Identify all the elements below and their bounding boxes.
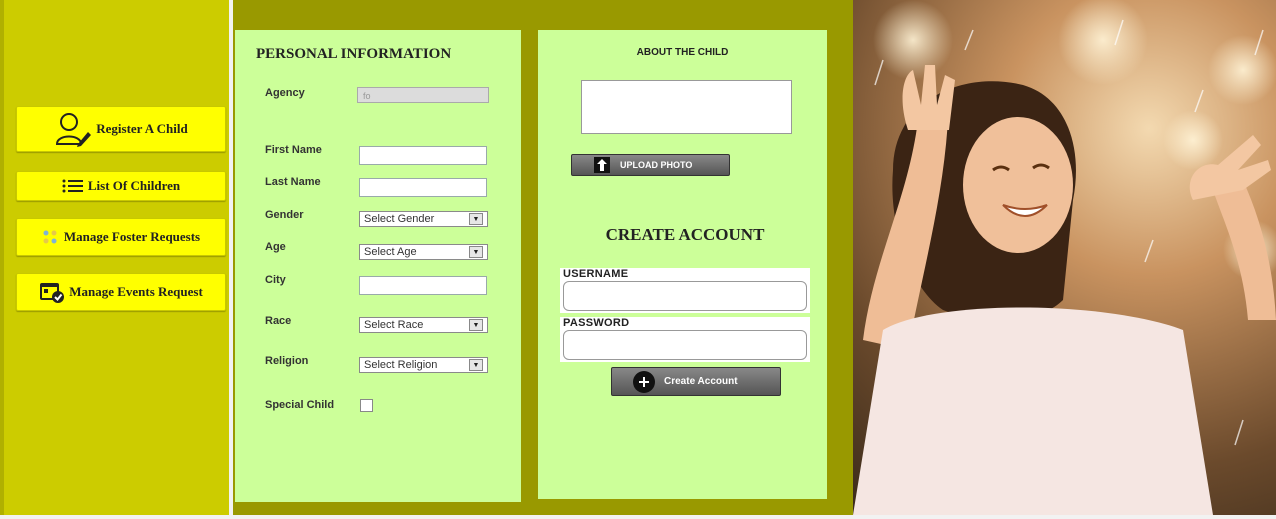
password-label: PASSWORD [563,317,630,329]
age-select-value: Select Age [364,246,417,258]
manage-events-button[interactable]: Manage Events Request [16,273,226,311]
special-child-checkbox[interactable] [360,399,373,412]
agency-label: Agency [265,87,305,99]
city-field[interactable] [359,276,487,295]
personal-info-panel: PERSONAL INFORMATION Agency fo First Nam… [235,30,521,502]
agency-field: fo [357,87,489,103]
special-child-label: Special Child [265,399,335,411]
password-group: PASSWORD [560,317,810,362]
create-account-label: Create Account [664,376,738,387]
username-group: USERNAME [560,268,810,313]
religion-label: Religion [265,355,309,367]
religion-select[interactable]: Select Religion ▼ [359,357,488,373]
register-child-label: Register A Child [96,121,188,136]
manage-foster-button[interactable]: Manage Foster Requests [16,218,226,256]
chevron-down-icon: ▼ [469,319,483,331]
upload-photo-label: UPLOAD PHOTO [620,160,693,170]
personal-info-title: PERSONAL INFORMATION [256,46,452,62]
chevron-down-icon: ▼ [469,213,483,225]
gender-select-value: Select Gender [364,213,435,225]
gender-label: Gender [265,209,304,221]
chevron-down-icon: ▼ [469,246,483,258]
race-select[interactable]: Select Race ▼ [359,317,488,333]
list-children-button[interactable]: List Of Children [16,171,226,201]
username-label: USERNAME [563,268,629,280]
about-title: ABOUT THE CHILD [636,47,729,58]
list-children-label: List Of Children [87,178,181,193]
list-icon [62,178,84,194]
sidebar: Register A Child List Of Children Manage… [0,0,229,515]
child-photo [853,0,1276,515]
race-label: Race [265,315,292,327]
age-select[interactable]: Select Age ▼ [359,244,488,260]
user-edit-icon [54,110,92,148]
first-name-field[interactable] [359,146,487,165]
age-label: Age [265,241,286,253]
last-name-field[interactable] [359,178,487,197]
password-field[interactable] [563,330,807,360]
manage-foster-label: Manage Foster Requests [63,229,201,244]
about-account-panel: ABOUT THE CHILD UPLOAD PHOTO CREATE ACCO… [538,30,827,499]
dots-icon [42,229,60,245]
upload-arrow-icon [594,157,610,173]
first-name-label: First Name [265,144,322,156]
religion-select-value: Select Religion [364,359,438,371]
chevron-down-icon: ▼ [469,359,483,371]
register-child-button[interactable]: Register A Child [16,106,226,152]
main-area: PERSONAL INFORMATION Agency fo First Nam… [233,0,853,515]
create-account-title: CREATE ACCOUNT [605,225,765,244]
last-name-label: Last Name [265,176,321,188]
child-photo-image [853,0,1276,515]
plus-icon [633,370,655,393]
manage-events-label: Manage Events Request [69,284,203,299]
calendar-check-icon [39,280,65,304]
city-label: City [265,274,286,286]
race-select-value: Select Race [364,319,424,331]
username-field[interactable] [563,281,807,311]
about-child-textarea[interactable] [581,80,792,134]
create-account-button[interactable]: Create Account [611,367,781,396]
gender-select[interactable]: Select Gender ▼ [359,211,488,227]
upload-photo-button[interactable]: UPLOAD PHOTO [571,154,730,176]
